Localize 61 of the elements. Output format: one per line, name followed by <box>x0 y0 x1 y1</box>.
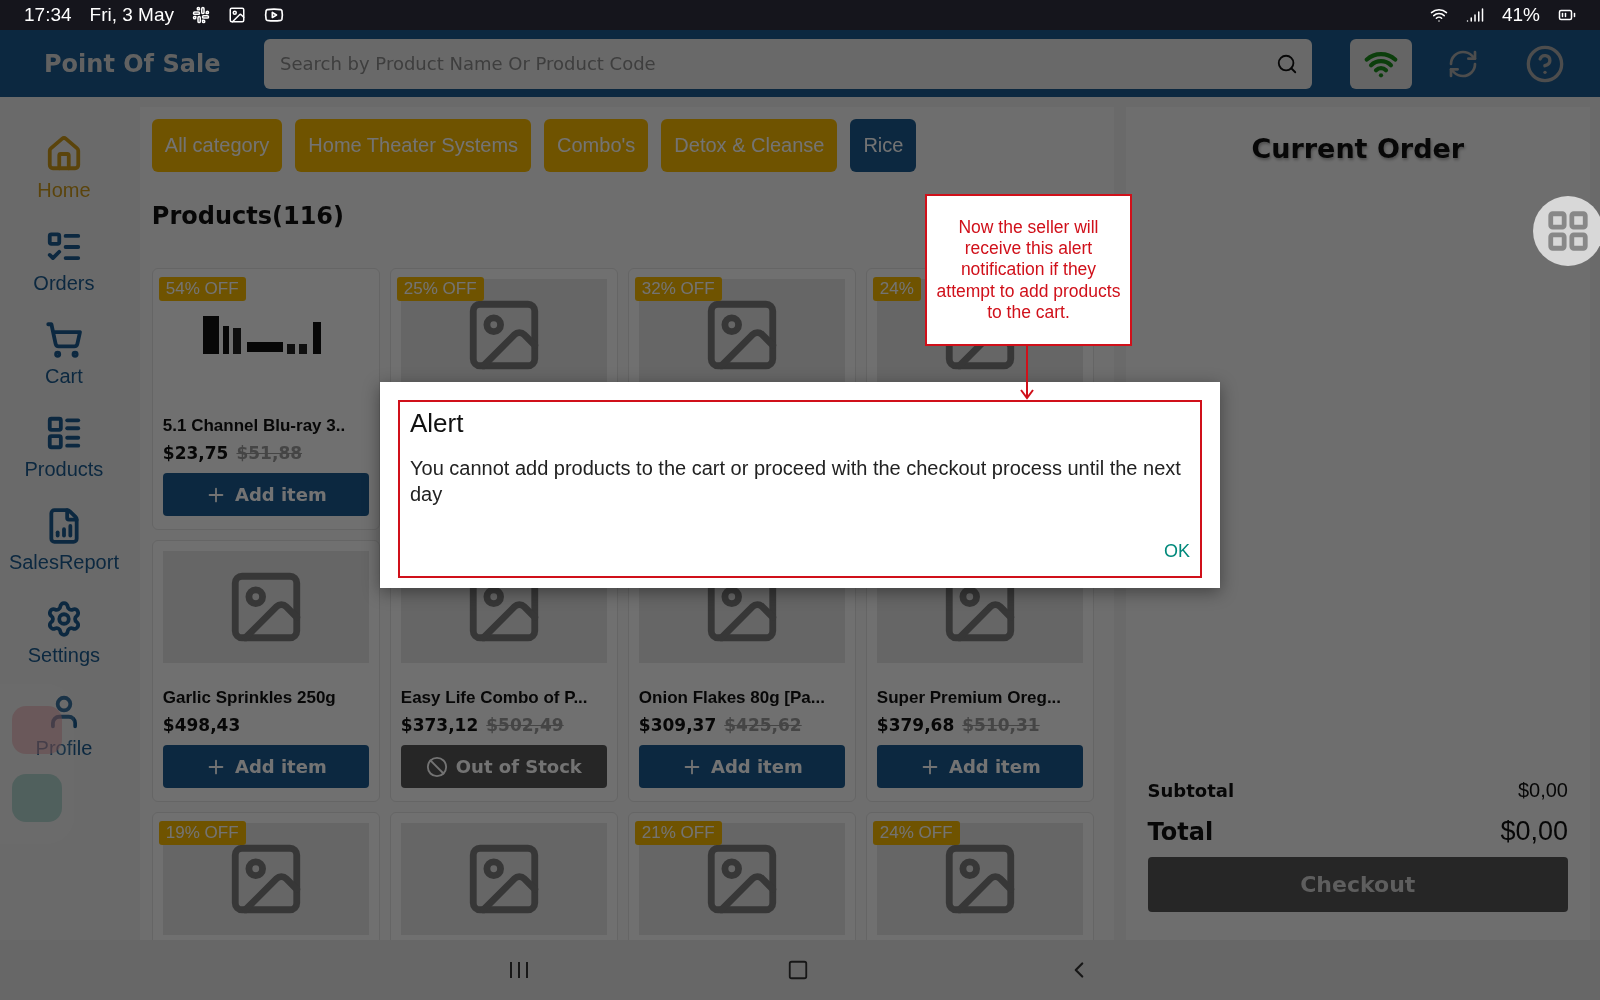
category-chip[interactable]: Rice <box>850 119 917 172</box>
product-price: $309,37 <box>638 715 717 736</box>
discount-badge: 24% OFF <box>872 821 960 845</box>
wifi-button[interactable] <box>1350 38 1412 89</box>
total-value: $0,00 <box>1500 816 1568 847</box>
add-item-button[interactable]: Add item <box>876 745 1083 789</box>
status-time: 17:34 <box>24 4 72 26</box>
discount-badge: 19% OFF <box>158 821 246 845</box>
sidebar-item[interactable]: SalesReport <box>8 507 119 574</box>
status-date: Fri, 3 May <box>89 4 174 26</box>
category-chip[interactable]: Detox & Cleanse <box>661 119 838 172</box>
out-of-stock-button[interactable]: Out of Stock <box>400 745 607 789</box>
search-icon[interactable] <box>1276 52 1298 75</box>
ok-button[interactable]: OK <box>1164 537 1190 566</box>
total-label: Total <box>1147 817 1214 846</box>
notification-icon <box>192 6 210 24</box>
discount-badge: 24% <box>872 277 921 301</box>
sidebar-item[interactable]: Products <box>24 414 104 481</box>
blocked-icon[interactable] <box>425 755 448 778</box>
subtotal-label: Subtotal <box>1147 780 1235 801</box>
sidebar-item[interactable]: Orders <box>33 228 95 295</box>
discount-badge: 32% OFF <box>634 277 722 301</box>
add-item-button[interactable]: Add item <box>638 745 845 789</box>
subtotal-value: $0,00 <box>1517 779 1568 802</box>
dialog-message: You cannot add products to the cart or proceed with the checkout process until the next day <box>410 456 1182 507</box>
category-chip[interactable]: All category <box>151 119 283 172</box>
gallery-icon <box>228 6 246 24</box>
sidebar-item[interactable]: Profile <box>35 693 93 760</box>
product-name: Onion Flakes 80g [Pa... <box>638 687 826 709</box>
product-name: Easy Life Combo of P... <box>400 687 589 709</box>
order-title: Current Order <box>1250 133 1466 164</box>
add-item-button[interactable]: Add item <box>162 473 369 517</box>
product-name: Super Premium Oreg... <box>876 687 1063 709</box>
battery-percent: 41% <box>1501 4 1540 26</box>
add-item-button[interactable]: Add item <box>162 745 369 789</box>
products-heading: Products(116) <box>151 202 345 230</box>
home-nav-icon[interactable] <box>787 959 809 981</box>
discount-badge: 54% OFF <box>158 277 246 301</box>
product-name: 5.1 Channel Blu-ray 3.. <box>162 415 347 437</box>
recent-apps-icon[interactable] <box>508 960 531 980</box>
product-name: Garlic Sprinkles 250g <box>162 687 337 709</box>
product-price: $498,43 <box>162 715 241 736</box>
grid-icon[interactable] <box>1545 208 1591 254</box>
annotation-callout: Now the seller will receive this alert notification if they attempt to add products to the cart. <box>925 194 1132 346</box>
category-chip[interactable]: Combo's <box>544 119 649 172</box>
app-title: Point Of Sale <box>44 49 222 78</box>
video-icon <box>264 5 284 25</box>
cart-icon[interactable] <box>44 321 83 359</box>
wifi-status-icon <box>1429 6 1448 24</box>
sidebar-item[interactable]: Cart <box>44 321 83 388</box>
discount-badge: 25% OFF <box>396 277 484 301</box>
help-icon[interactable] <box>1525 43 1565 84</box>
product-price: $379,68 <box>876 715 955 736</box>
product-price: $23,75 <box>162 443 229 464</box>
signal-icon <box>1465 6 1484 24</box>
product-price: $373,12 <box>400 715 479 736</box>
sidebar-item[interactable]: Home <box>37 135 91 202</box>
dialog-title: Alert <box>410 408 465 439</box>
discount-badge: 21% OFF <box>634 821 722 845</box>
sidebar-item[interactable]: Settings <box>27 600 101 667</box>
category-chip[interactable]: Home Theater Systems <box>295 119 532 172</box>
